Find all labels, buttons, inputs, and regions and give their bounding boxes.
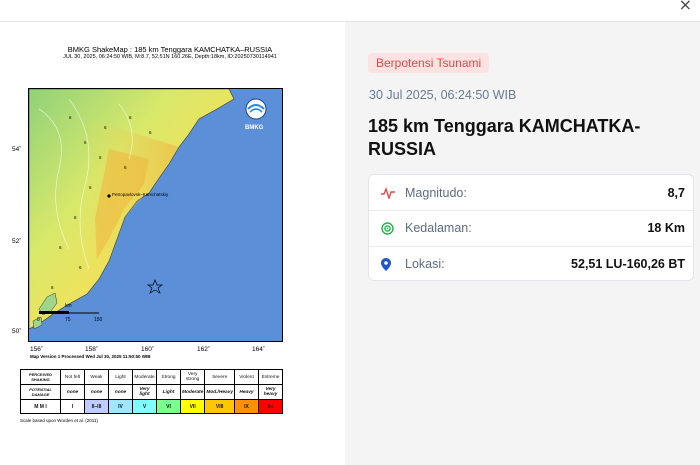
location-value: 52,51 LU-160,26 BT: [571, 257, 685, 271]
close-icon[interactable]: ×: [679, 0, 692, 14]
shakemap-svg: Petropavlovsk–Kamchatskiy BMKG km 0 75 1…: [29, 89, 282, 341]
city-marker: [107, 194, 111, 198]
location-label: Lokasi:: [405, 257, 445, 271]
row-header: M M I: [20, 399, 61, 414]
shaking-row: PERCEIVED SHAKING Not felt Weak Light Mo…: [20, 369, 283, 385]
depth-label: Kedalaman:: [405, 221, 472, 235]
bmkg-logo: BMKG: [245, 98, 267, 131]
legend-cell: none: [60, 384, 85, 400]
damage-row: POTENTIAL DAMAGE none none none Very lig…: [20, 384, 283, 400]
target-icon: [381, 221, 399, 235]
magnitude-label: Magnitudo:: [405, 185, 467, 200]
svg-text:150: 150: [94, 317, 103, 323]
mmi-cell: V: [132, 399, 157, 414]
legend-cell: Moderate: [179, 384, 206, 400]
lat-label-52: 52˚: [12, 238, 22, 245]
depth-value: 18 Km: [647, 221, 685, 235]
depth-row: Kedalaman: 18 Km: [369, 210, 695, 245]
shakemap-subtitle: JUL 30, 2025, 06:24:50 WIB, M:8.7, 52.51…: [63, 54, 277, 60]
scale-note: Scale based upon Worden et al. (2011): [20, 418, 98, 423]
legend-cell: Weak: [84, 369, 109, 385]
magnitude-value: 8,7: [667, 185, 685, 200]
legend-cell: Light: [108, 369, 133, 385]
lon-label-160: 160˚: [141, 346, 155, 353]
map-pin-icon: [381, 257, 399, 271]
lat-label-50: 50˚: [12, 328, 22, 335]
svg-text:75: 75: [65, 317, 71, 323]
processed-note: Map Version 1 Processed Wed Jul 30, 2025…: [30, 354, 151, 359]
lon-label-156: 156˚: [30, 346, 44, 353]
svg-text:km: km: [65, 303, 72, 309]
bmkg-logo-text: BMKG: [245, 125, 264, 131]
legend-cell: none: [108, 384, 133, 400]
mmi-cell: VII: [179, 399, 206, 414]
legend-cell: Heavy: [234, 384, 259, 400]
event-title: 185 km Tenggara KAMCHATKA-RUSSIA: [368, 116, 641, 159]
modal-top-bar: ×: [0, 0, 700, 22]
tsunami-badge: Berpotensi Tsunami: [368, 53, 490, 73]
magnitude-row: Magnitudo: 8,7: [369, 175, 695, 210]
mmi-cell: X+: [258, 399, 283, 414]
mmi-cell: IX: [234, 399, 259, 414]
legend-cell: Light: [156, 384, 181, 400]
row-header: POTENTIAL DAMAGE: [20, 384, 61, 400]
mmi-cell: IV: [108, 399, 133, 414]
legend-cell: Not felt: [60, 369, 85, 385]
legend-cell: Strong: [156, 369, 181, 385]
shakemap-title: BMKG ShakeMap : 185 km Tenggara KAMCHATK…: [67, 45, 273, 54]
shakemap-header: BMKG ShakeMap : 185 km Tenggara KAMCHATK…: [30, 45, 310, 61]
event-datetime: 30 Jul 2025, 06:24:50 WIB: [369, 88, 517, 102]
shakemap-image[interactable]: Petropavlovsk–Kamchatskiy BMKG km 0 75 1…: [28, 88, 283, 342]
legend-cell: none: [84, 384, 109, 400]
mmi-cell: VI: [156, 399, 181, 414]
legend-cell: Violent: [234, 369, 259, 385]
svg-text:0: 0: [37, 317, 40, 323]
legend-cell: Moderate: [132, 369, 157, 385]
legend-cell: Very light: [132, 384, 157, 400]
legend-cell: Very heavy: [258, 384, 283, 400]
mmi-cell: I: [60, 399, 85, 414]
city-label: Petropavlovsk–Kamchatskiy: [112, 192, 169, 197]
lon-label-158: 158˚: [85, 346, 99, 353]
lon-label-162: 162˚: [197, 346, 211, 353]
location-row: Lokasi: 52,51 LU-160,26 BT: [369, 246, 695, 281]
lon-label-164: 164˚: [252, 346, 266, 353]
event-info-card: Magnitudo: 8,7 Kedalaman: 18 Km Lokasi: …: [368, 174, 695, 281]
mmi-cell: VIII: [204, 399, 235, 414]
pulse-icon: [381, 186, 399, 200]
mmi-legend-table: PERCEIVED SHAKING Not felt Weak Light Mo…: [20, 369, 283, 414]
legend-cell: Extreme: [258, 369, 283, 385]
mmi-cell: II–III: [84, 399, 109, 414]
legend-cell: Mod./Heavy: [204, 384, 235, 400]
row-header: PERCEIVED SHAKING: [20, 369, 61, 385]
lat-label-54: 54˚: [12, 146, 22, 153]
mmi-row: M M I I II–III IV V VI VII VIII IX X+: [20, 399, 283, 414]
legend-cell: Severe: [204, 369, 235, 385]
legend-cell: Very strong: [179, 369, 206, 385]
